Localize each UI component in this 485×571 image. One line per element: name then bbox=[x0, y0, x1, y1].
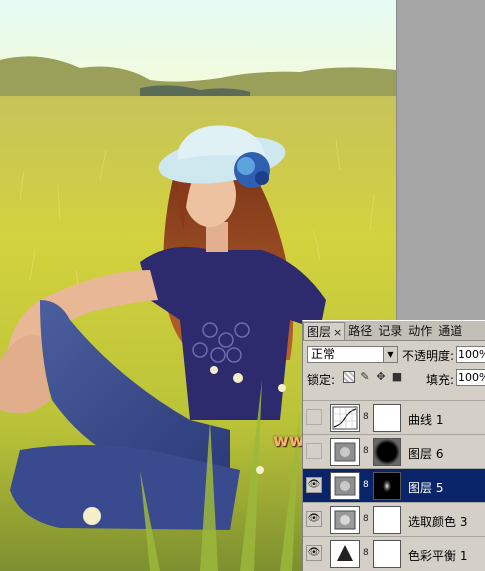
link-icon[interactable]: 8 bbox=[363, 548, 370, 559]
visibility-toggle[interactable] bbox=[306, 409, 322, 425]
fill-input[interactable]: 100% bbox=[456, 369, 485, 386]
link-icon[interactable]: 8 bbox=[363, 412, 370, 423]
eye-icon[interactable]: 👁 bbox=[306, 477, 322, 493]
lock-transparency-icon[interactable] bbox=[343, 371, 355, 383]
layer-mask-thumbnail[interactable] bbox=[373, 404, 401, 432]
layer-row[interactable]: 👁 8 色彩平衡 1 bbox=[303, 536, 485, 570]
layer-thumbnail bbox=[330, 438, 360, 466]
layer-mask-thumbnail[interactable] bbox=[373, 540, 401, 568]
lock-row: 锁定: ✎ ✥ ■ 填充: 100% bbox=[303, 364, 485, 388]
opacity-label: 不透明度: bbox=[402, 349, 455, 363]
layer-row[interactable]: 👁 8 选取颜色 3 bbox=[303, 502, 485, 536]
blend-mode-value: 正常 bbox=[311, 347, 336, 361]
fill-label: 填充: bbox=[426, 373, 455, 387]
layer-name: 选取颜色 3 bbox=[408, 515, 468, 529]
tab-channels[interactable]: 通道 bbox=[435, 322, 465, 340]
layer-name: 曲线 1 bbox=[408, 413, 444, 427]
link-icon[interactable]: 8 bbox=[363, 480, 370, 491]
visibility-toggle[interactable] bbox=[306, 443, 322, 459]
tab-layers[interactable]: 图层 × bbox=[303, 322, 346, 340]
lock-move-icon[interactable]: ✥ bbox=[375, 371, 387, 383]
lock-icons: ✎ ✥ ■ bbox=[343, 371, 403, 383]
eye-icon[interactable]: 👁 bbox=[306, 545, 322, 561]
layer-row[interactable]: 8 图层 6 bbox=[303, 434, 485, 468]
layer-mask-thumbnail[interactable] bbox=[373, 438, 401, 466]
selective-color-adjustment-icon bbox=[330, 506, 360, 534]
layer-row[interactable]: 8 曲线 1 bbox=[303, 400, 485, 434]
layer-name: 色彩平衡 1 bbox=[408, 549, 468, 563]
lock-label: 锁定: bbox=[307, 373, 336, 387]
link-icon[interactable]: 8 bbox=[363, 514, 370, 525]
blend-mode-select[interactable]: 正常 ▼ bbox=[307, 346, 398, 363]
link-icon[interactable]: 8 bbox=[363, 446, 370, 457]
color-balance-adjustment-icon bbox=[330, 540, 360, 568]
layer-row-selected[interactable]: 👁 8 图层 5 bbox=[303, 468, 485, 502]
opacity-input[interactable]: 100% bbox=[456, 346, 485, 363]
tab-history[interactable]: 记录 bbox=[375, 322, 405, 340]
layer-name: 图层 6 bbox=[408, 447, 444, 461]
tab-actions[interactable]: 动作 bbox=[405, 322, 435, 340]
lock-all-icon[interactable]: ■ bbox=[391, 371, 403, 383]
layer-list: 8 曲线 1 8 图层 6 👁 8 图层 5 👁 8 选取颜色 3 👁 8 色彩… bbox=[303, 400, 485, 570]
eye-icon[interactable]: 👁 bbox=[306, 511, 322, 527]
layer-mask-thumbnail[interactable] bbox=[373, 506, 401, 534]
workspace-background bbox=[396, 0, 485, 320]
chevron-down-icon[interactable]: ▼ bbox=[383, 347, 397, 362]
curves-adjustment-icon bbox=[330, 404, 360, 432]
tab-label: 图层 bbox=[307, 325, 332, 339]
layer-mask-thumbnail[interactable] bbox=[373, 472, 401, 500]
panel-tabs: 图层 × 路径 记录 动作 通道 bbox=[303, 321, 485, 341]
layer-name: 图层 5 bbox=[408, 481, 444, 495]
layers-panel: 图层× 路径 记录 动作 通道 正常 ▼ 不透明度: 100% 锁定: ✎ ✥ … bbox=[302, 320, 485, 571]
layer-thumbnail bbox=[330, 472, 360, 500]
lock-brush-icon[interactable]: ✎ bbox=[359, 371, 371, 383]
close-icon[interactable]: × bbox=[333, 326, 342, 339]
tab-paths[interactable]: 路径 bbox=[345, 322, 375, 340]
blend-row: 正常 ▼ 不透明度: 100% bbox=[303, 341, 485, 364]
